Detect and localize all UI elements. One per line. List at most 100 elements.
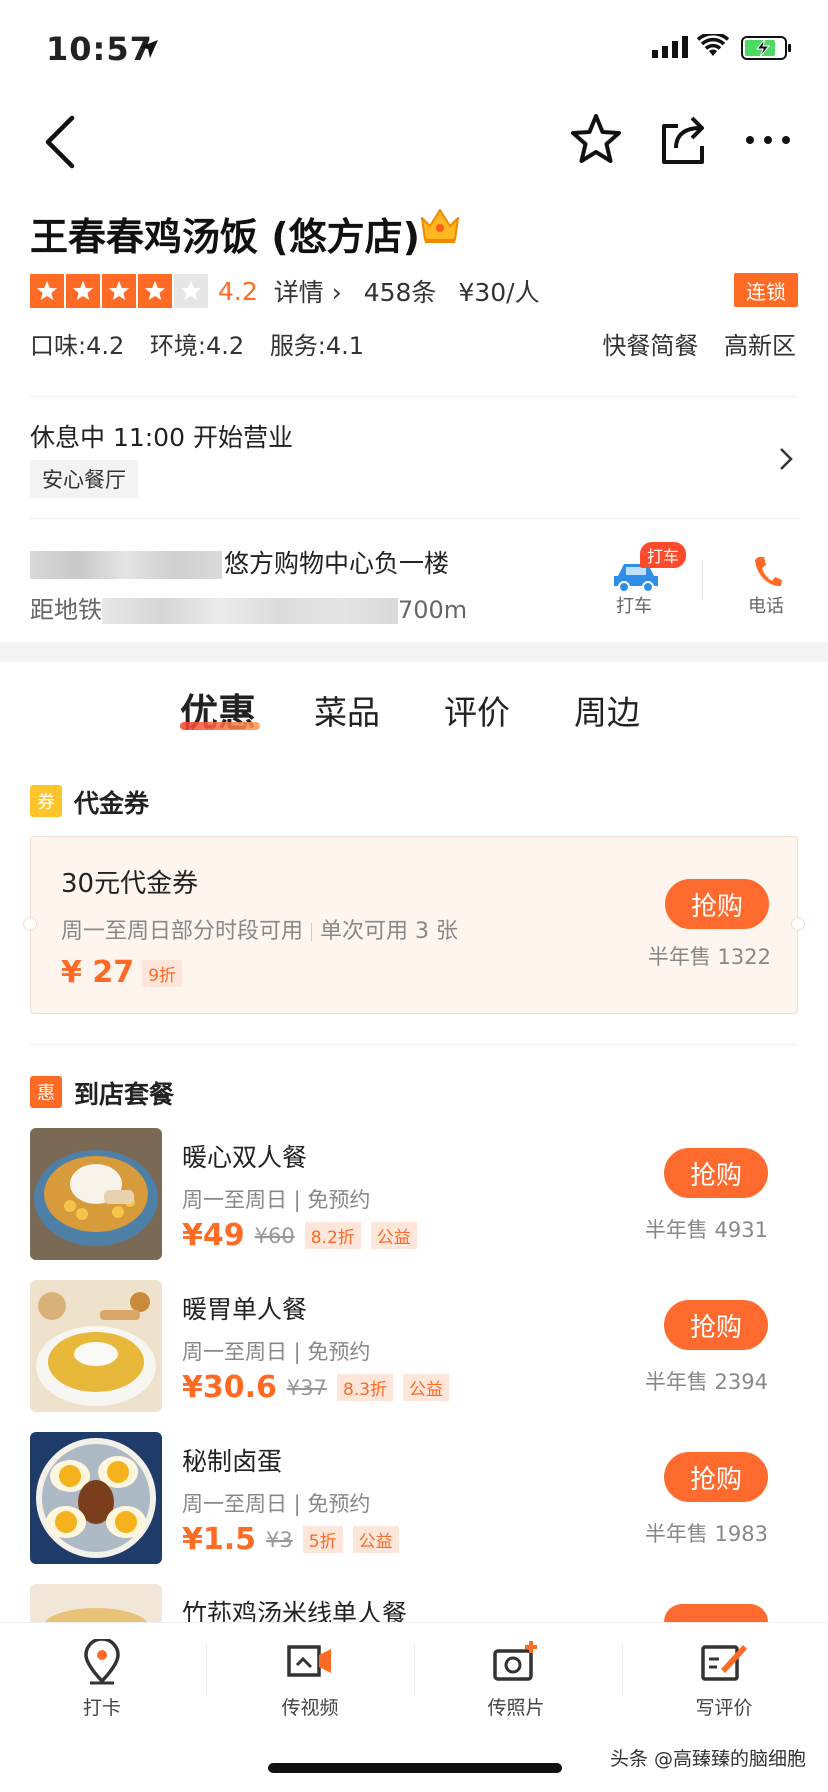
chevron-right-icon[interactable] xyxy=(778,446,794,472)
package-buy-button[interactable]: 抢购 xyxy=(664,1604,768,1622)
shop-title: 王春春鸡汤饭 (悠方店) xyxy=(30,215,420,259)
rating-stars xyxy=(30,274,208,308)
charity-tag: 公益 xyxy=(403,1374,450,1401)
signal-icon xyxy=(652,36,688,58)
battery-charging-icon xyxy=(741,36,791,60)
upload-photo-button[interactable]: 传照片 xyxy=(456,1639,576,1720)
voucher-card[interactable]: 30元代金券 周一至周日部分时段可用 单次可用 3 张 ¥ 27 9折 抢购 半年售… xyxy=(23,836,805,1014)
category-label[interactable]: 快餐简餐 xyxy=(602,332,698,360)
package-sold-count: 半年售 2394 xyxy=(644,1370,768,1394)
blurred-distance xyxy=(102,598,398,624)
share-icon[interactable] xyxy=(658,112,710,168)
divider xyxy=(414,1643,415,1697)
camera-add-icon xyxy=(493,1641,537,1681)
shop-categories: 快餐简餐 高新区 xyxy=(584,326,796,361)
environment-score: 环境:4.2 xyxy=(149,332,245,360)
voucher-discount: 9折 xyxy=(142,960,182,987)
star-filled-icon xyxy=(30,274,64,308)
detail-link[interactable]: 详情 › xyxy=(274,273,342,309)
package-desc: 周一至周日 | 免预约 xyxy=(182,1340,371,1364)
tab-dishes[interactable]: 菜品 xyxy=(314,686,380,734)
package-name: 暖心双人餐 xyxy=(182,1143,308,1172)
package-image-noodle[interactable] xyxy=(30,1584,162,1624)
voucher-desc: 周一至周日部分时段可用 单次可用 3 张 xyxy=(61,913,458,945)
sub-scores: 口味:4.2 环境:4.2 服务:4.1 xyxy=(30,326,382,361)
package-sold-count: 半年售 1983 xyxy=(644,1522,768,1546)
chain-badge: 连锁 xyxy=(734,273,798,307)
upload-video-label: 传视频 xyxy=(281,1697,339,1719)
separator xyxy=(311,923,313,941)
status-time: 10:57 xyxy=(46,30,153,68)
star-filled-icon xyxy=(138,274,172,308)
checkin-button[interactable]: 打卡 xyxy=(42,1637,162,1720)
distance-value: 700m xyxy=(398,596,468,624)
divider xyxy=(206,1643,207,1697)
package-price: ¥30.6 xyxy=(182,1370,277,1405)
package-section-title: 到店套餐 xyxy=(74,1080,175,1109)
package-desc: 周一至周日 | 免预约 xyxy=(182,1188,371,1212)
package-buy-button[interactable]: 抢购 xyxy=(664,1452,768,1502)
more-icon[interactable] xyxy=(744,122,792,158)
package-price-row: ¥1.5 ¥3 5折 公益 xyxy=(182,1522,409,1557)
charity-tag: 公益 xyxy=(370,1222,417,1249)
package-image-double-meal[interactable] xyxy=(30,1128,162,1260)
safe-restaurant-tag: 安心餐厅 xyxy=(30,460,138,498)
voucher-title: 30元代金券 xyxy=(61,869,199,899)
upload-photo-label: 传照片 xyxy=(487,1697,545,1719)
voucher-price-value: ¥ 27 xyxy=(61,955,135,990)
package-discount: 5折 xyxy=(302,1526,343,1553)
taxi-badge: 打车 xyxy=(640,542,687,568)
divider xyxy=(30,518,798,519)
crown-icon xyxy=(421,209,459,243)
blurred-address xyxy=(30,551,222,579)
per-person-price: ¥30/人 xyxy=(458,278,540,307)
tab-active-indicator xyxy=(180,722,260,730)
taxi-label[interactable]: 打车 xyxy=(616,592,652,618)
write-review-label: 写评价 xyxy=(695,1697,753,1719)
watermark: 头条 @高臻臻的脑细胞 xyxy=(609,1748,806,1770)
package-name: 秘制卤蛋 xyxy=(182,1447,283,1476)
phone-icon[interactable] xyxy=(752,554,782,588)
write-review-button[interactable]: 写评价 xyxy=(664,1639,784,1720)
package-original-price: ¥60 xyxy=(254,1223,295,1248)
package-original-price: ¥3 xyxy=(266,1527,293,1552)
package-price: ¥49 xyxy=(182,1218,245,1253)
video-upload-icon xyxy=(287,1645,331,1677)
divider xyxy=(30,396,798,397)
package-buy-button[interactable]: 抢购 xyxy=(664,1148,768,1198)
voucher-section-title: 代金券 xyxy=(74,789,150,818)
favorite-star-icon[interactable] xyxy=(568,112,624,168)
phone-label[interactable]: 电话 xyxy=(748,592,784,618)
upload-video-button[interactable]: 传视频 xyxy=(250,1639,370,1720)
package-desc: 周一至周日 | 免预约 xyxy=(182,1492,371,1516)
coupon-notch xyxy=(791,917,805,931)
checkin-label: 打卡 xyxy=(82,1697,121,1719)
package-sold-count: 半年售 4931 xyxy=(644,1218,768,1242)
tab-reviews[interactable]: 评价 xyxy=(444,686,510,734)
business-hours[interactable]: 休息中 11:00 开始营业 xyxy=(30,418,293,454)
back-arrow-icon[interactable] xyxy=(38,112,88,172)
package-image-braised-egg[interactable] xyxy=(30,1432,162,1564)
review-count[interactable]: 458条 xyxy=(364,273,437,309)
rating-row: 4.2 详情 › 458条 ¥30/人 xyxy=(30,273,540,309)
home-indicator[interactable] xyxy=(268,1763,562,1773)
package-discount: 8.3折 xyxy=(337,1374,394,1401)
address[interactable]: 悠方购物中心负一楼 xyxy=(30,544,449,580)
voucher-buy-button[interactable]: 抢购 xyxy=(665,879,769,929)
divider xyxy=(30,1044,798,1045)
star-empty-icon xyxy=(174,274,208,308)
package-buy-button[interactable]: 抢购 xyxy=(664,1300,768,1350)
service-score: 服务:4.1 xyxy=(269,332,365,360)
location-arrow-icon xyxy=(140,40,158,58)
district-label[interactable]: 高新区 xyxy=(724,332,796,360)
package-name: 暖胃单人餐 xyxy=(182,1295,308,1324)
package-image-single-meal[interactable] xyxy=(30,1280,162,1412)
divider xyxy=(702,560,703,600)
package-price: ¥1.5 xyxy=(182,1522,257,1557)
write-review-icon xyxy=(701,1645,747,1681)
package-section-icon: 惠 xyxy=(30,1076,62,1108)
tab-nearby[interactable]: 周边 xyxy=(574,686,640,734)
package-original-price: ¥37 xyxy=(286,1375,327,1400)
star-filled-icon xyxy=(66,274,100,308)
distance: 距地铁 700m xyxy=(30,590,467,625)
